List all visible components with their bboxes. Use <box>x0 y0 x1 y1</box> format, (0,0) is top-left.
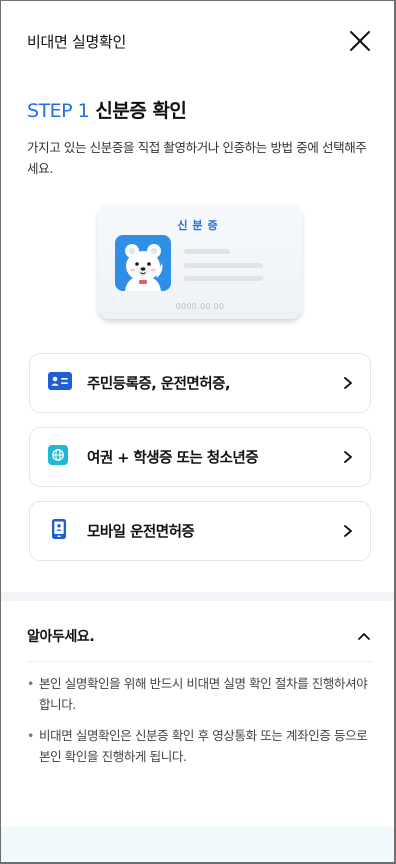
chevron-right-icon <box>344 451 352 463</box>
card-placeholder-line <box>184 276 263 281</box>
notice-list: 본인 실명확인을 위해 반드시 비대면 실명 확인 절차를 진행하셔야 합니다.… <box>27 673 371 777</box>
option-resident-driver-license[interactable]: 주민등록증, 운전면허증, <box>29 353 371 413</box>
globe-icon <box>48 445 68 469</box>
step-label: STEP 1 <box>27 100 90 122</box>
option-label: 모바일 운전면허증 <box>87 524 195 541</box>
chevron-right-icon <box>344 525 352 537</box>
step-heading: STEP 1 신분증 확인 <box>27 96 187 123</box>
identity-verification-screen: 비대면 실명확인 STEP 1 신분증 확인 가지고 있는 신분증을 직접 촬영… <box>0 0 396 864</box>
chevron-up-icon <box>358 633 370 640</box>
mobile-license-icon <box>52 519 66 543</box>
id-card-illustration: 신분증 0000.00.00 <box>98 204 302 319</box>
id-card-number: 0000.00.00 <box>175 302 225 311</box>
notice-item: 비대면 실명확인은 신분증 확인 후 영상통화 또는 계좌인증 등으로 본인 확… <box>27 725 371 767</box>
bear-character-icon <box>125 244 163 291</box>
notice-title: 알아두세요. <box>27 629 95 645</box>
card-placeholder-line <box>184 249 230 254</box>
notice-divider <box>27 661 373 662</box>
option-passport-student-id[interactable]: 여권 + 학생증 또는 청소년증 <box>29 427 371 487</box>
close-icon <box>350 31 370 51</box>
id-card-header: 신분증 <box>177 219 223 232</box>
step-description: 가지고 있는 신분증을 직접 촬영하거나 인증하는 방법 중에 선택해주세요. <box>27 140 367 176</box>
card-placeholder-line <box>184 263 263 268</box>
bottom-area <box>1 827 394 862</box>
header: 비대면 실명확인 <box>1 1 394 79</box>
id-card-icon <box>48 372 72 394</box>
step-name: 신분증 확인 <box>95 100 187 122</box>
chevron-right-icon <box>344 377 352 389</box>
page-title: 비대면 실명확인 <box>27 33 126 51</box>
notice-item: 본인 실명확인을 위해 반드시 비대면 실명 확인 절차를 진행하셔야 합니다. <box>27 673 371 715</box>
option-label: 주민등록증, 운전면허증, <box>87 376 230 393</box>
section-divider <box>1 592 394 601</box>
close-button[interactable] <box>345 26 375 56</box>
bear-character-photo <box>115 235 171 291</box>
option-mobile-driver-license[interactable]: 모바일 운전면허증 <box>29 501 371 561</box>
option-label: 여권 + 학생증 또는 청소년증 <box>87 450 259 467</box>
notice-collapse-button[interactable] <box>356 628 372 642</box>
